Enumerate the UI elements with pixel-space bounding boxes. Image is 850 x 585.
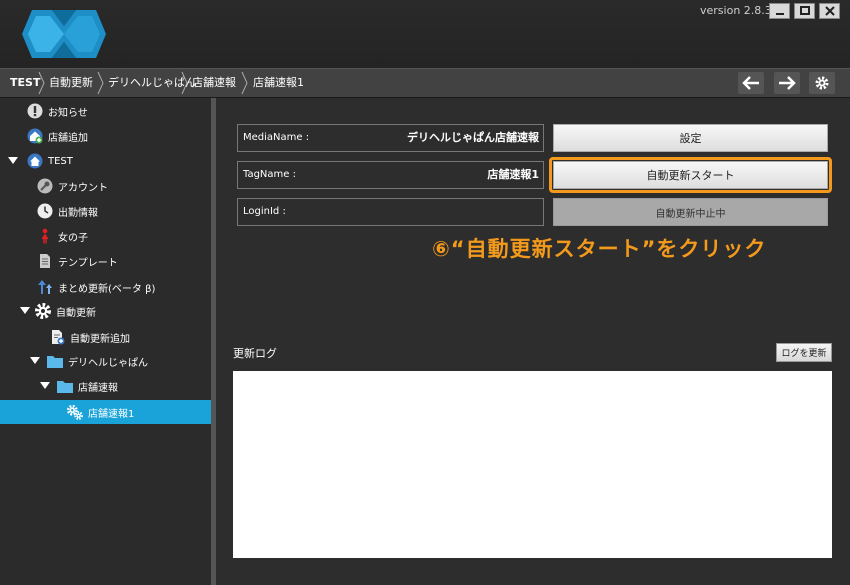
settings-button[interactable]: 設定 (553, 124, 828, 152)
sidebar-item-account[interactable]: アカウント (36, 174, 108, 198)
settings-gear-button[interactable] (809, 72, 835, 94)
add-document-icon (48, 328, 66, 346)
gear-icon (815, 76, 829, 90)
sidebar-item-label: 出勤情報 (58, 207, 98, 219)
sidebar-item-label: デリヘルじゃぱん (68, 357, 148, 369)
back-button[interactable] (738, 72, 764, 94)
highlight-box (549, 157, 832, 193)
chevron-right-icon (241, 71, 248, 95)
sidebar-item-label: まとめ更新(ベータ β) (58, 283, 156, 295)
arrow-left-icon (742, 76, 759, 90)
app-logo-icon (18, 6, 110, 66)
breadcrumb: TEST 自動更新 デリヘルじゃぱん 店舗速報 店舗速報1 (0, 68, 850, 98)
breadcrumb-item[interactable]: 店舗速報 (192, 69, 236, 97)
sidebar-item-label: 店舗速報1 (88, 408, 135, 420)
login-id-label: LoginId : (243, 206, 286, 217)
breadcrumb-item[interactable]: 店舗速報1 (253, 69, 304, 97)
gear-icon (34, 302, 52, 320)
stop-auto-update-button: 自動更新中止中 (553, 198, 828, 226)
sidebar-item-label: 店舗速報 (78, 382, 118, 394)
sidebar-item-auto-update[interactable]: 自動更新 (34, 299, 96, 323)
log-textarea[interactable] (233, 371, 832, 558)
sidebar-item-label: 女の子 (58, 232, 88, 244)
add-store-icon (26, 127, 44, 145)
girl-icon (36, 227, 54, 245)
upload-arrows-icon (36, 278, 54, 296)
media-name-field[interactable]: MediaName : デリヘルじゃぱん店舗速報 (237, 124, 544, 152)
info-icon (26, 102, 44, 120)
sidebar-item-test[interactable]: TEST (26, 149, 73, 173)
media-name-label: MediaName : (243, 132, 310, 143)
sidebar-item-store-news[interactable]: 店舗速報 (56, 374, 118, 398)
sidebar-item-girls[interactable]: 女の子 (36, 224, 88, 248)
document-icon (36, 252, 54, 270)
sidebar-item-label: TEST (48, 155, 73, 167)
version-label: version 2.8.3 (700, 4, 772, 17)
tag-name-label: TagName : (243, 169, 296, 180)
expand-arrow-icon[interactable] (40, 382, 50, 389)
sidebar-item-label: アカウント (58, 182, 108, 194)
instruction-annotation: ⑥“自動更新スタート”をクリック (432, 237, 767, 261)
arrow-right-icon (779, 76, 796, 90)
tag-name-field[interactable]: TagName : 店舗速報1 (237, 161, 544, 189)
media-name-value: デリヘルじゃぱん店舗速報 (407, 131, 539, 144)
expand-arrow-icon[interactable] (30, 357, 40, 364)
key-icon (36, 177, 54, 195)
expand-arrow-icon[interactable] (20, 307, 30, 314)
sidebar-item-label: テンプレート (58, 257, 118, 269)
sidebar-item-label: 店舗追加 (48, 132, 88, 144)
expand-arrow-icon[interactable] (8, 157, 18, 164)
login-id-field[interactable]: LoginId : (237, 198, 544, 226)
folder-icon (56, 377, 74, 395)
gears-icon (66, 403, 84, 421)
chevron-right-icon (38, 71, 45, 95)
chevron-right-icon (97, 71, 104, 95)
folder-icon (46, 352, 64, 370)
maximize-button[interactable] (794, 3, 815, 19)
breadcrumb-item[interactable]: TEST (10, 69, 40, 97)
sidebar-item-add-store[interactable]: 店舗追加 (26, 124, 88, 148)
forward-button[interactable] (774, 72, 800, 94)
tag-name-value: 店舗速報1 (487, 168, 539, 181)
log-title: 更新ログ (233, 347, 277, 360)
minimize-button[interactable] (769, 3, 790, 19)
chevron-right-icon (181, 71, 188, 95)
sidebar-item-attendance[interactable]: 出勤情報 (36, 199, 98, 223)
sidebar-item-store-news-1[interactable]: 店舗速報1 (66, 400, 134, 424)
sidebar-item-label: 自動更新追加 (70, 333, 130, 345)
sidebar-item-bulk-update[interactable]: まとめ更新(ベータ β) (36, 275, 155, 299)
sidebar-item-label: 自動更新 (56, 307, 96, 319)
sidebar-item-add-auto-update[interactable]: 自動更新追加 (48, 325, 130, 349)
breadcrumb-item[interactable]: 自動更新 (49, 69, 93, 97)
title-bar: version 2.8.3 (0, 0, 850, 69)
sidebar-item-deriheru-japan[interactable]: デリヘルじゃぱん (46, 349, 148, 373)
sidebar-item-news[interactable]: お知らせ (26, 99, 88, 123)
home-icon (26, 152, 44, 170)
sidebar-item-label: お知らせ (48, 107, 88, 119)
clock-icon (36, 202, 54, 220)
refresh-log-button[interactable]: ログを更新 (776, 343, 832, 362)
close-button[interactable] (819, 3, 840, 19)
sidebar-item-template[interactable]: テンプレート (36, 249, 118, 273)
